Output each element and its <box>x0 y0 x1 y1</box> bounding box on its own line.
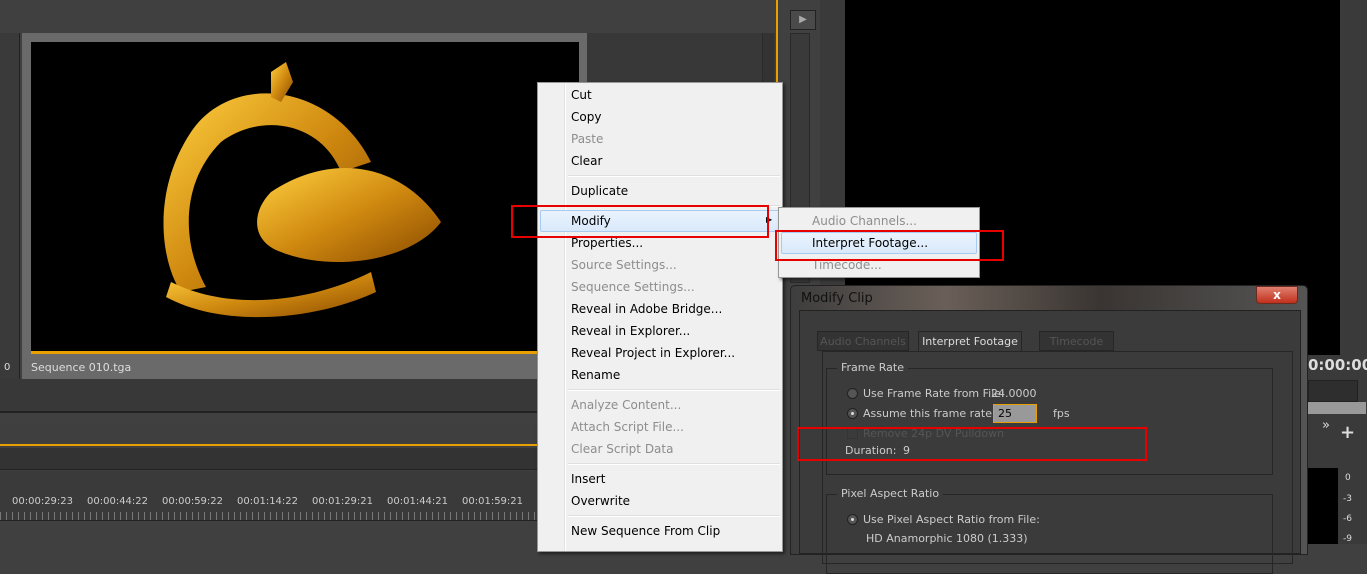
dialog-close-button[interactable]: x <box>1256 286 1298 304</box>
menu-item-paste[interactable]: Paste <box>571 128 603 150</box>
menu-item-clear-script[interactable]: Clear Script Data <box>571 438 673 460</box>
meter-tick: -9 <box>1343 534 1352 544</box>
tab-timecode[interactable]: Timecode <box>1039 331 1114 351</box>
menu-item-reveal-bridge[interactable]: Reveal in Adobe Bridge... <box>571 298 722 320</box>
context-menu: Cut Copy Paste Clear Duplicate Modify ▶ … <box>537 82 783 552</box>
preview-image <box>31 42 579 354</box>
frame-rate-input[interactable] <box>993 404 1037 423</box>
menu-item-analyze-content[interactable]: Analyze Content... <box>571 394 681 416</box>
menu-item-insert[interactable]: Insert <box>571 468 605 490</box>
add-button-icon[interactable]: + <box>1340 422 1355 443</box>
panel-expand-button[interactable]: ▶ <box>790 10 816 30</box>
menu-item-cut[interactable]: Cut <box>571 84 592 106</box>
use-file-par-label: Use Pixel Aspect Ratio from File: <box>863 513 1040 526</box>
file-par-value: HD Anamorphic 1080 (1.333) <box>866 532 1028 545</box>
zoom-scrollbar[interactable] <box>1308 402 1366 414</box>
use-file-frame-rate-radio[interactable] <box>847 388 858 399</box>
menu-separator <box>568 463 780 465</box>
tab-interpret-footage[interactable]: Interpret Footage <box>918 331 1022 351</box>
timeline-toolbar <box>0 448 537 470</box>
menu-item-sequence-settings[interactable]: Sequence Settings... <box>571 276 695 298</box>
pixel-aspect-title: Pixel Aspect Ratio <box>837 487 944 500</box>
menu-separator <box>568 389 780 391</box>
timecode-label: 00:00:29:23 <box>12 496 74 507</box>
meter-tick: -6 <box>1343 514 1352 524</box>
timeline-header <box>0 424 537 446</box>
menu-item-reveal-project[interactable]: Reveal Project in Explorer... <box>571 342 735 364</box>
submenu-item-audio-channels[interactable]: Audio Channels... <box>812 210 917 232</box>
menu-item-clear[interactable]: Clear <box>571 150 602 172</box>
use-file-par-radio[interactable] <box>847 514 858 525</box>
ruler-ticks <box>0 512 537 520</box>
left-strip <box>0 33 20 379</box>
meter-tick: -3 <box>1343 494 1352 504</box>
menu-separator <box>568 515 780 517</box>
tab-audio-channels[interactable]: Audio Channels <box>817 331 909 351</box>
assume-frame-rate-radio[interactable] <box>847 408 858 419</box>
more-controls-icon[interactable]: » <box>1322 418 1330 433</box>
timecode-label: 00:01:29:21 <box>312 496 374 507</box>
timecode-label: 00:01:59:21 <box>462 496 524 507</box>
clip-name: Sequence 010.tga <box>31 361 132 374</box>
highlight-box-modify <box>511 205 769 238</box>
program-scrubber[interactable] <box>1308 380 1358 402</box>
menu-item-attach-script[interactable]: Attach Script File... <box>571 416 684 438</box>
menu-item-new-sequence[interactable]: New Sequence From Clip <box>571 520 720 542</box>
use-file-frame-rate-label: Use Frame Rate from File: <box>863 387 1005 400</box>
timecode-label: 00:00:44:22 <box>87 496 149 507</box>
menu-item-reveal-explorer[interactable]: Reveal in Explorer... <box>571 320 690 342</box>
modify-clip-dialog: Modify Clip x Audio Channels Interpret F… <box>790 285 1308 574</box>
highlight-box-interpret-footage <box>775 230 1004 261</box>
menu-item-rename[interactable]: Rename <box>571 364 620 386</box>
timecode-label: 00:01:44:21 <box>387 496 449 507</box>
menu-item-copy[interactable]: Copy <box>571 106 601 128</box>
frame-rate-title: Frame Rate <box>837 361 908 374</box>
menu-item-duplicate[interactable]: Duplicate <box>571 180 628 202</box>
menu-separator <box>568 175 780 177</box>
menu-item-source-settings[interactable]: Source Settings... <box>571 254 677 276</box>
upper-panel-bg <box>0 379 537 413</box>
timecode-label: 00:00:59:22 <box>162 496 224 507</box>
dialog-title: Modify Clip <box>801 291 873 306</box>
highlight-box-frame-rate <box>797 427 1147 461</box>
assume-frame-rate-label: Assume this frame rate: <box>863 407 996 420</box>
meter-tick: 0 <box>1345 473 1351 483</box>
fps-label: fps <box>1053 407 1070 420</box>
left-counter: 0 <box>4 362 11 373</box>
dragon-image <box>163 62 441 318</box>
source-preview-frame: Sequence 010.tga <box>22 33 587 379</box>
audio-meter <box>1308 468 1338 544</box>
file-frame-rate: 24.0000 <box>991 387 1037 400</box>
menu-item-overwrite[interactable]: Overwrite <box>571 490 630 512</box>
timecode-label: 00:01:14:22 <box>237 496 299 507</box>
program-timecode: 0:00:00 <box>1308 356 1367 374</box>
